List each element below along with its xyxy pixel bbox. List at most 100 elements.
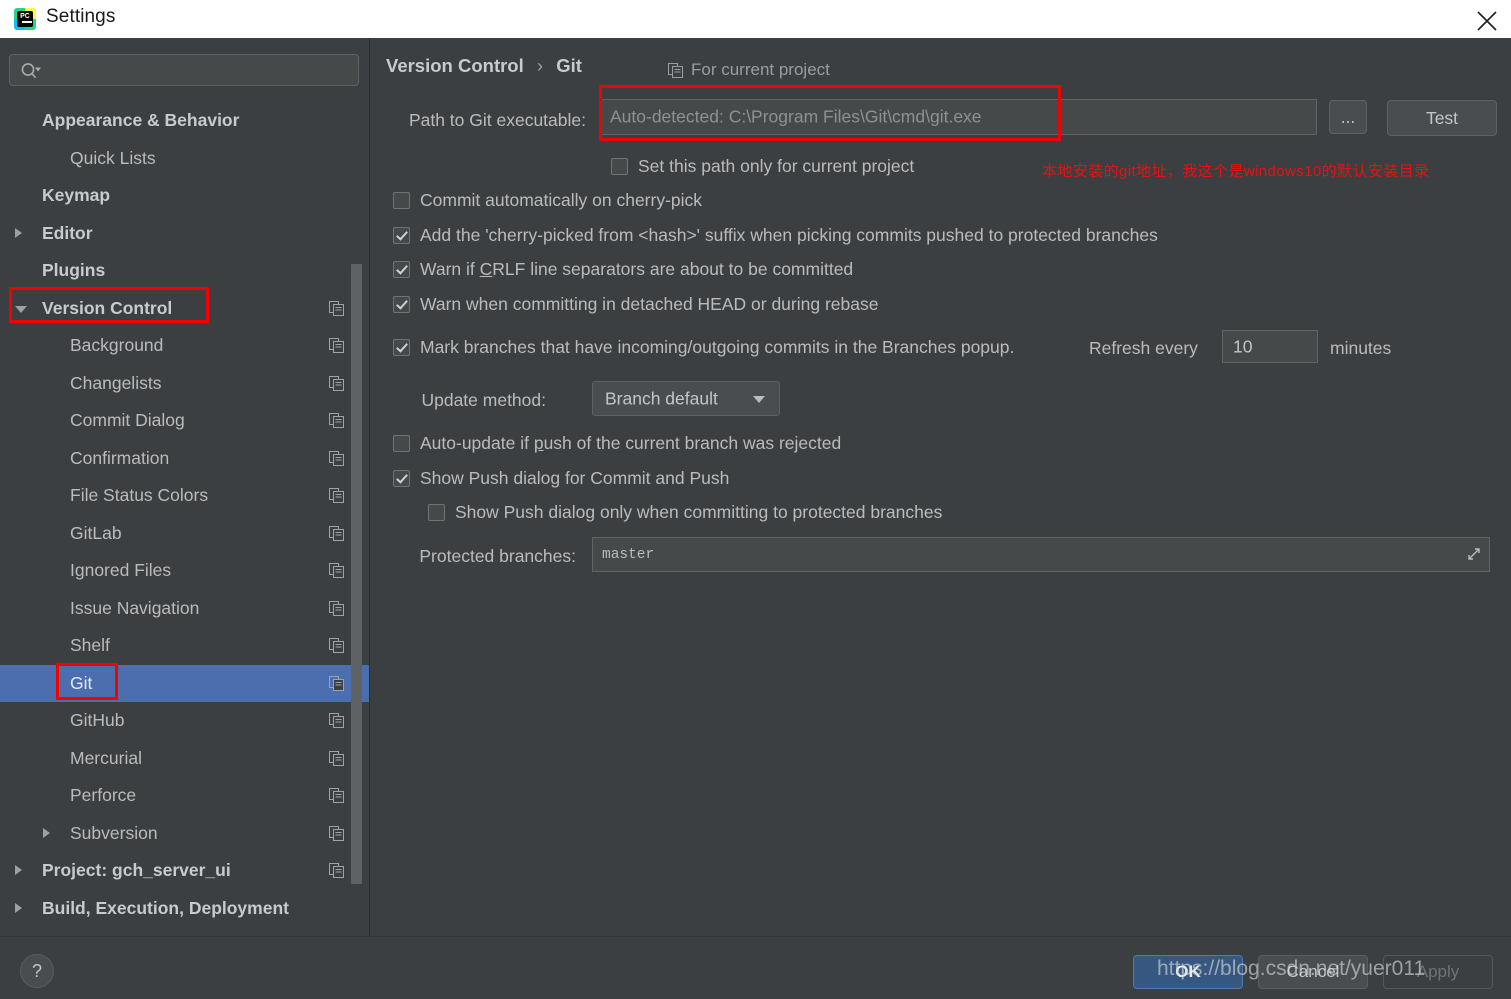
checkbox-box[interactable]: [393, 470, 410, 487]
breadcrumb-leaf: Git: [556, 55, 582, 76]
sidebar-item-label: Mercurial: [70, 747, 142, 768]
search-input[interactable]: [9, 54, 359, 86]
chevron-down-icon: [753, 395, 765, 403]
sidebar-item-label: Changelists: [70, 372, 162, 393]
sidebar-item-appearance-behavior[interactable]: Appearance & Behavior: [0, 102, 369, 140]
settings-dialog: PC Settings Appearance & Behavior Quick L…: [0, 0, 1511, 999]
settings-tree[interactable]: Appearance & Behavior Quick Lists Keymap Ed…: [0, 102, 369, 936]
checkbox-mark-branches[interactable]: Mark branches that have incoming/outgoin…: [393, 337, 1014, 358]
update-method-label: Update method:: [421, 390, 546, 410]
sidebar-item-editor[interactable]: Editor: [0, 215, 369, 253]
sidebar-item-git[interactable]: Git: [0, 664, 369, 702]
checkbox-warn-detached-head[interactable]: Warn when committing in detached HEAD or…: [393, 294, 878, 315]
copy-icon: [329, 525, 345, 547]
checkbox-box[interactable]: [393, 261, 410, 278]
sidebar-item-project-gch-server-ui[interactable]: Project: gch_server_ui: [0, 852, 369, 890]
sidebar-item-build-execution-deployment[interactable]: Build, Execution, Deployment: [0, 890, 369, 928]
copy-icon: [329, 863, 345, 884]
sidebar-item-file-status-colors[interactable]: File Status Colors: [0, 477, 369, 515]
breadcrumb-root[interactable]: Version Control: [386, 55, 524, 76]
refresh-interval-value: 10: [1233, 336, 1253, 356]
sidebar-item-label: Project: gch_server_ui: [42, 860, 231, 881]
copy-icon: [329, 675, 345, 697]
copy-icon: [329, 563, 345, 584]
window-title: Settings: [46, 6, 116, 27]
checkbox-box[interactable]: [428, 504, 445, 521]
sidebar-item-label: Shelf: [70, 635, 110, 656]
sidebar-item-background[interactable]: Background: [0, 327, 369, 365]
checkbox-label: Set this path only for current project: [638, 156, 915, 176]
protected-branches-value: master: [602, 546, 655, 563]
sidebar-item-label: Version Control: [42, 297, 173, 318]
checkbox-show-push-dialog-protected[interactable]: Show Push dialog only when committing to…: [428, 502, 942, 523]
checkbox-commit-auto-cherry-pick[interactable]: Commit automatically on cherry-pick: [393, 190, 702, 211]
sidebar-item-label: Issue Navigation: [70, 597, 200, 618]
sidebar-item-label: Quick Lists: [70, 147, 156, 168]
search-icon: [20, 62, 42, 85]
help-button[interactable]: ?: [20, 954, 54, 988]
protected-branches-input[interactable]: master: [592, 537, 1490, 572]
copy-icon: [329, 600, 345, 622]
sidebar-item-plugins[interactable]: Plugins: [0, 252, 369, 290]
sidebar-item-ignored-files[interactable]: Ignored Files: [0, 552, 369, 590]
cancel-button[interactable]: Cancel: [1258, 955, 1368, 989]
close-icon[interactable]: [1463, 0, 1511, 38]
sidebar-item-github[interactable]: GitHub: [0, 702, 369, 740]
sidebar-item-label: Editor: [42, 222, 93, 243]
sidebar-item-label: File Status Colors: [70, 485, 209, 506]
chevron-right-icon[interactable]: [15, 227, 22, 238]
sidebar-item-changelists[interactable]: Changelists: [0, 365, 369, 403]
sidebar-item-commit-dialog[interactable]: Commit Dialog: [0, 402, 369, 440]
sidebar-item-quick-lists[interactable]: Quick Lists: [0, 140, 369, 178]
browse-button[interactable]: ...: [1329, 100, 1367, 134]
checkbox-auto-update-push-rejected[interactable]: Auto-update if push of the current branc…: [393, 433, 841, 454]
checkbox-box[interactable]: [393, 192, 410, 209]
chevron-right-icon[interactable]: [15, 902, 22, 913]
sidebar-item-perforce[interactable]: Perforce: [0, 777, 369, 815]
checkbox-set-path-current-project[interactable]: Set this path only for current project: [611, 156, 914, 177]
sidebar-scrollbar-thumb[interactable]: [351, 264, 362, 884]
checkbox-box[interactable]: [393, 435, 410, 452]
test-button[interactable]: Test: [1387, 100, 1497, 136]
sidebar-item-issue-navigation[interactable]: Issue Navigation: [0, 590, 369, 628]
sidebar-item-confirmation[interactable]: Confirmation: [0, 440, 369, 478]
expand-icon[interactable]: [1465, 545, 1483, 568]
checkbox-label: Warn if CRLF line separators are about t…: [420, 259, 854, 279]
pycharm-icon: PC: [14, 8, 36, 30]
sidebar-item-version-control[interactable]: Version Control: [0, 290, 369, 328]
checkbox-box[interactable]: [393, 339, 410, 356]
checkbox-show-push-dialog[interactable]: Show Push dialog for Commit and Push: [393, 468, 729, 489]
checkbox-label: Commit automatically on cherry-pick: [420, 190, 703, 210]
checkbox-warn-crlf[interactable]: Warn if CRLF line separators are about t…: [393, 259, 853, 280]
chevron-down-icon[interactable]: [15, 305, 27, 313]
ok-button[interactable]: OK: [1133, 955, 1243, 989]
checkbox-box[interactable]: [611, 158, 628, 175]
minutes-label: minutes: [1330, 338, 1392, 358]
checkbox-box[interactable]: [393, 227, 410, 244]
sidebar-item-gitlab[interactable]: GitLab: [0, 515, 369, 553]
refresh-interval-input[interactable]: 10: [1222, 330, 1318, 363]
copy-icon: [329, 450, 345, 472]
checkbox-label: Mark branches that have incoming/outgoin…: [420, 337, 1015, 357]
sidebar-item-label: Appearance & Behavior: [42, 110, 240, 131]
sidebar-item-subversion[interactable]: Subversion: [0, 815, 369, 853]
copy-icon: [329, 300, 345, 322]
sidebar-item-label: Build, Execution, Deployment: [42, 897, 289, 918]
copy-icon: [329, 338, 345, 359]
sidebar-item-label: Ignored Files: [70, 560, 172, 581]
checkbox-box[interactable]: [393, 296, 410, 313]
checkbox-label: Warn when committing in detached HEAD or…: [420, 294, 879, 314]
sidebar-item-keymap[interactable]: Keymap: [0, 177, 369, 215]
chevron-right-icon[interactable]: [15, 865, 22, 875]
sidebar-item-label: Subversion: [70, 822, 158, 843]
git-path-input[interactable]: Auto-detected: C:\Program Files\Git\cmd\…: [599, 99, 1317, 135]
update-method-select[interactable]: Branch default: [592, 381, 780, 416]
for-current-project-label: For current project: [691, 60, 830, 79]
apply-button: Apply: [1383, 955, 1493, 989]
checkbox-label: Auto-update if push of the current branc…: [420, 433, 842, 453]
breadcrumb-separator: ›: [536, 55, 544, 76]
chevron-right-icon[interactable]: [43, 827, 50, 838]
checkbox-cherry-picked-suffix[interactable]: Add the 'cherry-picked from <hash>' suff…: [393, 225, 1158, 246]
sidebar-item-mercurial[interactable]: Mercurial: [0, 740, 369, 778]
sidebar-item-shelf[interactable]: Shelf: [0, 627, 369, 665]
